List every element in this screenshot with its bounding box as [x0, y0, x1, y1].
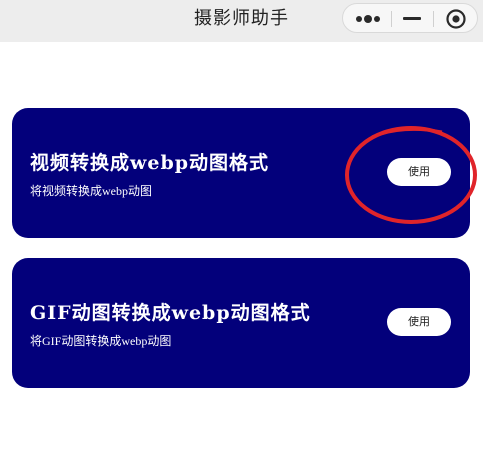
card-title: GIF动图转换成webp动图格式 [30, 302, 311, 324]
gif-to-webp-card: GIF动图转换成webp动图格式 将GIF动图转换成webp动图 使用 [12, 258, 470, 388]
card-subtitle: 将GIF动图转换成webp动图 [30, 334, 172, 348]
navigation-bar: 摄影师助手 [0, 0, 483, 42]
use-button[interactable]: 使用 [387, 158, 451, 186]
use-button[interactable]: 使用 [387, 308, 451, 336]
card-subtitle: 将视频转换成webp动图 [30, 184, 152, 198]
menu-capsule [342, 3, 478, 33]
target-close-icon[interactable] [445, 8, 467, 30]
card-title: 视频转换成webp动图格式 [30, 152, 270, 174]
capsule-divider [433, 11, 434, 27]
more-dots-icon[interactable] [356, 15, 380, 23]
capsule-divider [391, 11, 392, 27]
video-to-webp-card: 视频转换成webp动图格式 将视频转换成webp动图 使用 [12, 108, 470, 238]
minimize-icon[interactable] [403, 17, 421, 20]
